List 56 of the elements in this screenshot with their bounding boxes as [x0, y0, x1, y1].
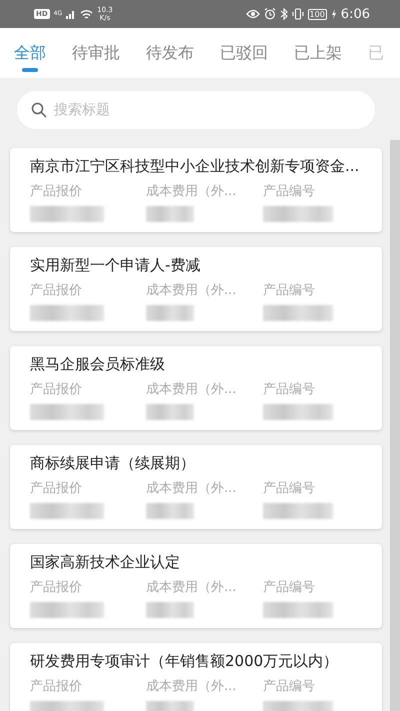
blurred-value: [146, 305, 194, 321]
blurred-value: [263, 503, 333, 519]
product-card[interactable]: 实用新型一个申请人-费减 产品报价 成本费用（外... 产品编号: [10, 247, 382, 331]
tab[interactable]: 待审批: [72, 28, 120, 78]
search-icon: [31, 102, 47, 118]
blurred-value: [146, 206, 194, 222]
charging-icon: [330, 9, 337, 19]
eye-icon: [246, 9, 260, 19]
tab-indicator: [22, 68, 38, 72]
field-label: 产品报价: [30, 282, 83, 299]
tab[interactable]: 已驳回: [220, 28, 268, 78]
field-label: 产品编号: [263, 381, 316, 398]
product-card[interactable]: 黑马企服会员标准级 产品报价 成本费用（外... 产品编号: [10, 346, 382, 430]
product-title: 黑马企服会员标准级: [30, 355, 166, 374]
product-title: 研发费用专项审计（年销售额2000万元以内）: [30, 652, 340, 671]
field-label: 成本费用（外...: [146, 282, 238, 299]
product-title: 实用新型一个申请人-费减: [30, 256, 202, 275]
field-label: 成本费用（外...: [146, 579, 238, 596]
field-label: 产品编号: [263, 183, 316, 200]
search-field[interactable]: 搜索标题: [17, 91, 375, 129]
field-label: 产品编号: [263, 282, 316, 299]
blurred-value: [146, 404, 194, 420]
blurred-value: [263, 404, 333, 420]
product-card[interactable]: 国家高新技术企业认定 产品报价 成本费用（外... 产品编号: [10, 544, 382, 628]
alarm-icon: [264, 8, 276, 20]
tab[interactable]: 待发布: [146, 28, 194, 78]
field-label: 成本费用（外...: [146, 381, 238, 398]
blurred-value: [146, 602, 194, 618]
blurred-value: [263, 206, 333, 222]
field-label: 产品编号: [263, 480, 316, 497]
field-label: 成本费用（外...: [146, 183, 238, 200]
bluetooth-icon: [280, 8, 288, 20]
field-label: 产品报价: [30, 183, 83, 200]
blurred-value: [263, 305, 333, 321]
product-title: 国家高新技术企业认定: [30, 553, 181, 572]
product-title: 商标续展申请（续展期）: [30, 454, 196, 473]
clock-time: 6:06: [340, 6, 370, 22]
vibrate-icon: [292, 8, 304, 20]
battery-level: 100: [308, 8, 327, 20]
tab[interactable]: 已上架: [294, 28, 342, 78]
field-label: 产品编号: [263, 678, 316, 695]
blurred-value: [263, 602, 333, 618]
field-label: 产品报价: [30, 678, 83, 695]
product-title: 南京市江宁区科技型中小企业技术创新专项资金...: [30, 157, 360, 176]
field-label: 成本费用（外...: [146, 678, 238, 695]
field-label: 产品报价: [30, 579, 83, 596]
field-label: 产品报价: [30, 480, 83, 497]
signal-icon: [66, 9, 76, 19]
product-card[interactable]: 南京市江宁区科技型中小企业技术创新专项资金... 产品报价 成本费用（外... 产品编号: [10, 148, 382, 232]
field-label: 产品报价: [30, 381, 83, 398]
product-card[interactable]: 商标续展申请（续展期） 产品报价 成本费用（外... 产品编号: [10, 445, 382, 529]
field-label: 产品编号: [263, 579, 316, 596]
field-label: 成本费用（外...: [146, 480, 238, 497]
wifi-icon: [80, 8, 94, 20]
blurred-value: [146, 503, 194, 519]
product-card[interactable]: 研发费用专项审计（年销售额2000万元以内） 产品报价 成本费用（外... 产品编号: [10, 643, 382, 711]
